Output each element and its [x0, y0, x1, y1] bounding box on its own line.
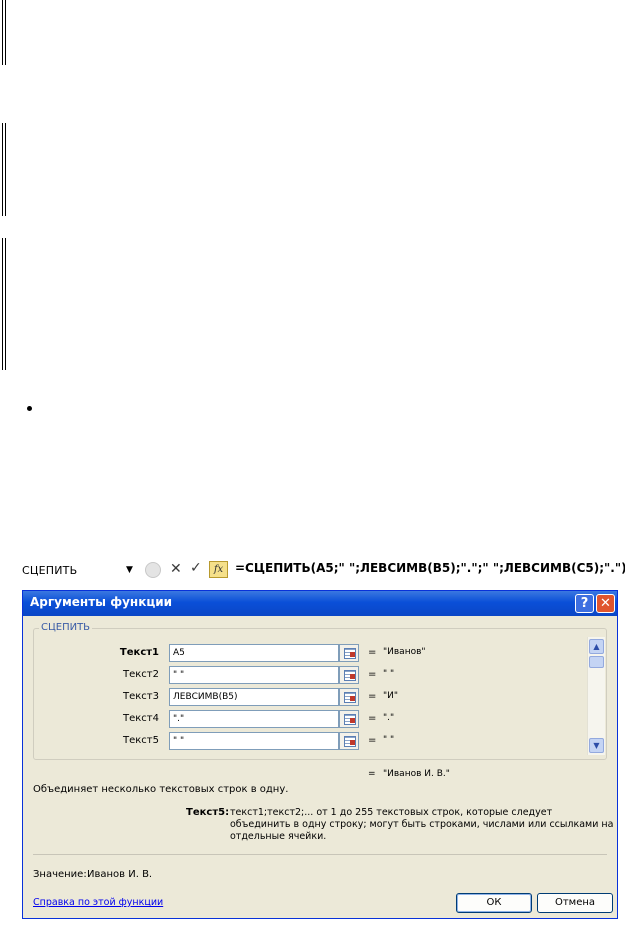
equals-sign: =	[368, 647, 377, 658]
arg-label-text1: Текст1	[119, 647, 159, 658]
triangle-down-icon[interactable]: ▼	[126, 565, 133, 575]
enter-formula-button[interactable]: ✓	[190, 560, 202, 576]
dialog-title: Аргументы функции	[30, 595, 173, 609]
active-arg-description: текст1;текст2;... от 1 до 255 текстовых …	[230, 807, 614, 842]
value-text: Иванов И. В.	[87, 869, 153, 880]
arg-input-text2[interactable]: " "	[169, 666, 339, 684]
collapse-dialog-icon[interactable]	[339, 666, 359, 684]
equals-sign: =	[368, 669, 377, 680]
scroll-down-icon[interactable]: ▼	[589, 738, 604, 753]
arg-label-text2: Текст2	[123, 669, 159, 680]
arg-label-text4: Текст4	[123, 713, 159, 724]
cancel-formula-button[interactable]: ✕	[170, 561, 182, 577]
divider	[33, 854, 607, 855]
cancel-button[interactable]: Отмена	[537, 893, 613, 913]
arguments-scrollbar[interactable]: ▲ ▼	[587, 637, 605, 755]
collapse-dialog-icon[interactable]	[339, 710, 359, 728]
arg-label-text5: Текст5	[123, 735, 159, 746]
equals-sign: =	[368, 713, 377, 724]
help-button[interactable]: ?	[575, 594, 594, 613]
arg-result-text1: "Иванов"	[383, 647, 426, 657]
insert-function-button[interactable]: fx	[209, 561, 228, 578]
collapse-dialog-icon[interactable]	[339, 644, 359, 662]
close-button[interactable]: ✕	[596, 594, 615, 613]
function-arguments-dialog: Аргументы функции ? ✕ СЦЕПИТЬ Текст1 A5 …	[22, 590, 618, 919]
active-arg-name: Текст5:	[186, 807, 230, 818]
equals-sign: =	[368, 769, 376, 779]
arg-result-text4: "."	[383, 713, 395, 723]
function-help-link[interactable]: Справка по этой функции	[33, 897, 163, 908]
arg-result-text2: " "	[383, 669, 395, 679]
equals-sign: =	[368, 691, 377, 702]
collapse-dialog-icon[interactable]	[339, 732, 359, 750]
dialog-title-bar[interactable]: Аргументы функции ? ✕	[23, 591, 617, 616]
bullet-point	[27, 406, 32, 411]
circle-icon	[145, 562, 161, 578]
collapse-dialog-icon[interactable]	[339, 688, 359, 706]
value-label: Значение:	[33, 869, 87, 880]
page-vertical-rule	[2, 123, 6, 216]
page-vertical-rule	[2, 238, 6, 370]
arg-result-text5: " "	[383, 735, 395, 745]
arg-input-text3[interactable]: ЛЕВСИМВ(B5)	[169, 688, 339, 706]
arg-result-text3: "И"	[383, 691, 399, 701]
formula-bar: СЦЕПИТЬ ▼ ✕ ✓ fx =СЦЕПИТЬ(A5;" ";ЛЕВСИМВ…	[22, 560, 625, 582]
group-label: СЦЕПИТЬ	[39, 622, 93, 633]
scroll-up-icon[interactable]: ▲	[589, 639, 604, 654]
arg-label-text3: Текст3	[123, 691, 159, 702]
scroll-thumb[interactable]	[589, 656, 604, 668]
formula-text[interactable]: =СЦЕПИТЬ(A5;" ";ЛЕВСИМВ(B5);".";" ";ЛЕВС…	[235, 561, 625, 575]
overall-result: "Иванов И. В."	[383, 769, 450, 779]
name-box[interactable]: СЦЕПИТЬ	[22, 564, 142, 577]
arg-input-text5[interactable]: " "	[169, 732, 339, 750]
equals-sign: =	[368, 735, 377, 746]
arg-input-text1[interactable]: A5	[169, 644, 339, 662]
page-vertical-rule	[2, 0, 6, 65]
ok-button[interactable]: ОК	[456, 893, 532, 913]
arg-input-text4[interactable]: "."	[169, 710, 339, 728]
function-description: Объединяет несколько текстовых строк в о…	[33, 784, 289, 795]
